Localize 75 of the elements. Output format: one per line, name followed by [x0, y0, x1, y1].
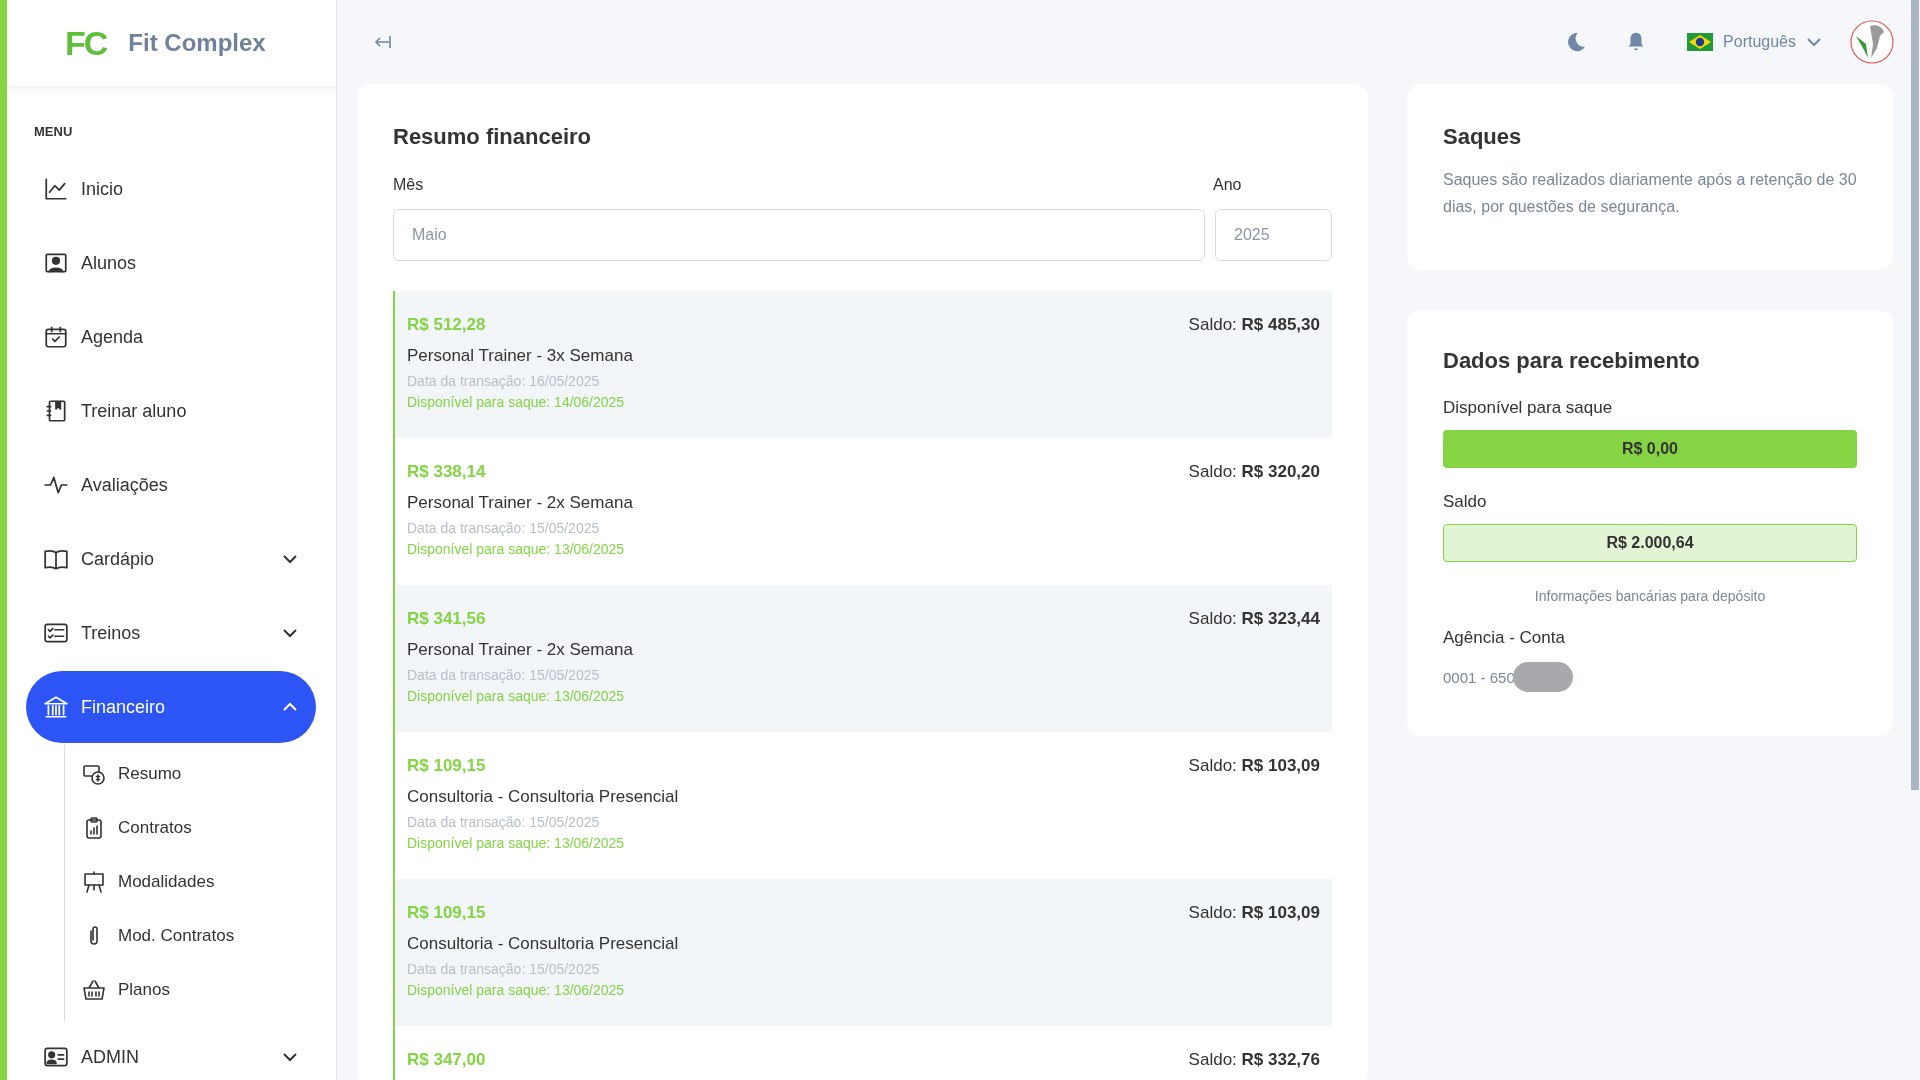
nav-item[interactable]: Treinos: [26, 597, 316, 669]
chevron-icon: [1806, 37, 1822, 47]
nav-item[interactable]: Cardápio: [26, 523, 316, 595]
field-label: Ano: [1213, 176, 1242, 194]
chevron-icon: [282, 702, 298, 712]
nav-item[interactable]: Alunos: [26, 227, 316, 299]
nav-item[interactable]: Avaliações: [26, 449, 316, 521]
collapse-sidebar-icon[interactable]: [373, 35, 391, 49]
chevron-icon: [282, 628, 298, 638]
amount-text: R$ 338,14: [407, 461, 487, 483]
description-text: Personal Trainer - 3x Semana: [407, 345, 633, 367]
nav-item[interactable]: ADMIN: [26, 1021, 316, 1080]
availability-text: Disponível para saque: 13/06/2025: [407, 981, 626, 1000]
submenu-item[interactable]: Planos: [65, 963, 336, 1017]
availability-text: Disponível para saque: 14/06/2025: [407, 393, 626, 412]
chevron-icon: [282, 554, 298, 564]
submenu-item[interactable]: Contratos: [65, 801, 336, 855]
balance-text: Saldo: R$ 485,30: [1188, 314, 1320, 336]
date-text: Data da transação: 15/05/2025: [407, 666, 601, 685]
description-text: Personal Trainer - 2x Semana: [407, 639, 633, 661]
field-label: Mês: [393, 176, 425, 194]
nav-item[interactable]: Inicio: [26, 153, 316, 225]
id-card-icon: [43, 1044, 69, 1070]
availability-text: Disponível para saque: 13/06/2025: [407, 540, 626, 559]
field-label: Saldo: [1443, 492, 1488, 512]
balance-text: Saldo: R$ 323,44: [1188, 608, 1320, 630]
balance-text: Saldo: R$ 103,09: [1188, 755, 1320, 777]
menu-heading: MENU: [34, 124, 74, 139]
nav-item[interactable]: Agenda: [26, 301, 316, 373]
easel-icon: [82, 870, 106, 894]
chevron-icon: [282, 1052, 298, 1062]
availability-text: Disponível para saque: 13/06/2025: [407, 834, 626, 853]
submenu-item[interactable]: Resumo: [65, 747, 336, 801]
amount-text: R$ 109,15: [407, 902, 487, 924]
info-text: Saques são realizados diariamente após a retenção de 30 dias, por questões de segurança.: [1443, 170, 1857, 217]
description-text: Consultoria - Consultoria Presencial: [407, 786, 679, 808]
balance-text: Saldo: R$ 332,76: [1188, 1049, 1320, 1071]
description-text: Personal Trainer - 2x Semana: [407, 492, 633, 514]
app-name: Fit Complex: [128, 29, 266, 57]
checklist-icon: [43, 620, 69, 646]
scrollbar-thumb[interactable]: [1911, 0, 1919, 790]
field-label: Disponível para saque: [1443, 398, 1614, 418]
description-text: Consultoria - Consultoria Presencial: [407, 933, 679, 955]
money-icon: [82, 762, 106, 786]
balance-text: Saldo: R$ 103,09: [1188, 902, 1320, 924]
card-title: Dados para recebimento: [1443, 348, 1701, 374]
balance-text: Saldo: R$ 320,20: [1188, 461, 1320, 483]
basket-icon: [82, 978, 106, 1002]
available-amount: R$ 0,00: [1443, 430, 1857, 468]
account-number: 0001 - 650: [1443, 668, 1515, 686]
card-title: Resumo financeiro: [393, 124, 593, 150]
bank-icon: [43, 694, 69, 720]
date-text: Data da transação: 15/05/2025: [407, 960, 601, 979]
submenu-item[interactable]: Modalidades: [65, 855, 336, 909]
bank-info-text: Informações bancárias para depósito: [1533, 588, 1767, 604]
submenu-item[interactable]: Mod. Contratos: [65, 909, 336, 963]
nav-item[interactable]: Financeiro: [26, 671, 316, 743]
date-text: Data da transação: 15/05/2025: [407, 813, 601, 832]
card-title: Saques: [1443, 124, 1523, 150]
logo-mark: FC: [65, 23, 107, 63]
availability-text: Disponível para saque: 13/06/2025: [407, 687, 626, 706]
amount-text: R$ 341,56: [407, 608, 487, 630]
line-chart-icon: [43, 176, 69, 202]
brazil-flag-icon: [1687, 33, 1714, 51]
amount-text: R$ 512,28: [407, 314, 487, 336]
date-text: Data da transação: 15/05/2025: [407, 519, 601, 538]
amount-text: R$ 347,00: [407, 1049, 486, 1071]
nav-item[interactable]: Treinar aluno: [26, 375, 316, 447]
date-text: Data da transação: 16/05/2025: [407, 372, 601, 391]
contact-card-icon: [43, 250, 69, 276]
amount-text: R$ 109,15: [407, 755, 487, 777]
calendar-check-icon: [43, 324, 69, 350]
avatar-icon[interactable]: [1850, 20, 1894, 64]
balance-amount: R$ 2.000,64: [1443, 524, 1857, 562]
field-label: Agência - Conta: [1443, 628, 1566, 648]
